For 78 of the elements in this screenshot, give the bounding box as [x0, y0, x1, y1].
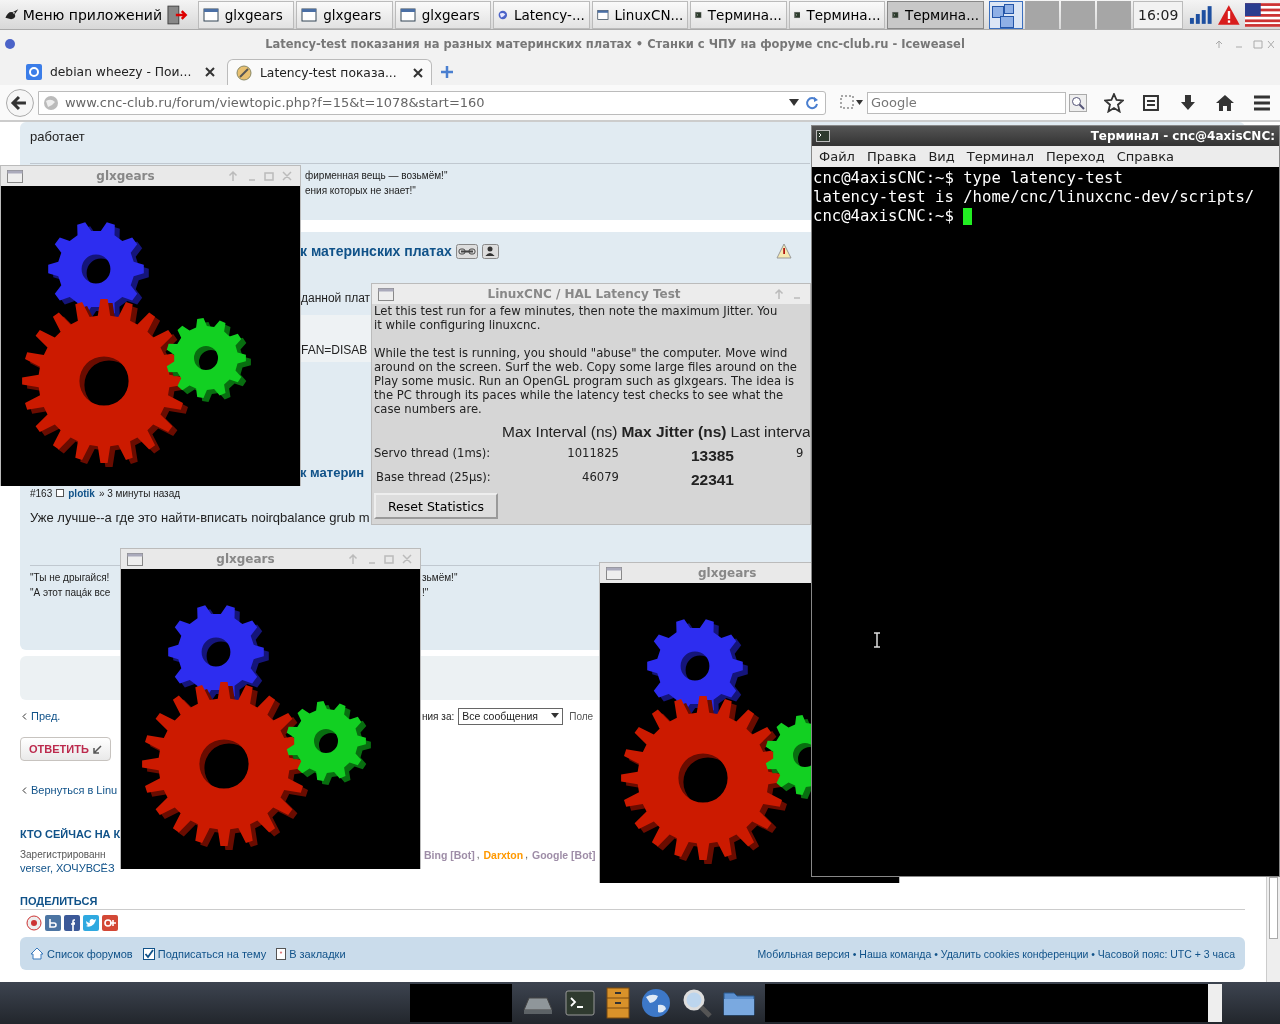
- separator-text: ,: [525, 848, 528, 862]
- row-label: Base thread (25µs):: [375, 470, 492, 484]
- column-header: Max Jitter (ns): [621, 423, 727, 441]
- taskbar-button[interactable]: Термина...: [887, 0, 984, 29]
- online-text: verser, ХОЧУВСЁЗ: [20, 861, 115, 875]
- post-text: Уже лучше--а где это найти-вписать noirqbalance grub m: [30, 510, 370, 526]
- app-menu-button[interactable]: Меню приложений: [0, 0, 166, 29]
- jitter-value: 22341: [689, 470, 734, 489]
- post-title[interactable]: к материнских платах: [300, 243, 452, 259]
- taskbar-button[interactable]: glxgears: [394, 0, 492, 29]
- menu-item[interactable]: Вид: [928, 149, 955, 164]
- clock[interactable]: 16:09: [1133, 0, 1184, 29]
- interval-value: 46079: [581, 470, 619, 484]
- address-field[interactable]: www.cnc-club.ru/forum/viewtopic.php?f=15&t=1078&start=160: [37, 90, 826, 115]
- window-title: glxgears: [697, 566, 758, 580]
- window-title: glxgears: [215, 552, 276, 566]
- taskbar-button[interactable]: glxgears: [197, 0, 295, 29]
- post-time: » 3 минуты назад: [98, 486, 181, 501]
- footer-links[interactable]: Мобильная версия • Наша команда • Удалить cookies конференции • Часовой пояс: UTC + 3 часа: [757, 947, 1235, 960]
- terminal-line: cnc@4axisCNC:~$: [813, 207, 955, 226]
- footer-link[interactable]: Подписаться на тему: [142, 947, 267, 960]
- taskbar-button[interactable]: LinuxCN...: [591, 0, 689, 29]
- post-text: данной плат: [301, 290, 371, 306]
- window-title: Latency-test показания на разных материнских платах • Станки с ЧПУ на форуме cnc-club.ru - Iceweasel: [264, 36, 966, 51]
- taskbar-button[interactable]: Термина...: [788, 0, 886, 29]
- menu-item[interactable]: Файл: [819, 149, 855, 164]
- jitter-value: 13385: [689, 446, 734, 465]
- sort-label: ния за:: [422, 709, 455, 724]
- terminal-line: latency-test is /home/cnc/linuxcnc-dev/scripts/: [813, 188, 1255, 207]
- author-link[interactable]: plotik: [68, 487, 95, 499]
- signature-text: !": [422, 586, 429, 600]
- post-title[interactable]: к материн: [300, 464, 365, 482]
- footer-link[interactable]: Список форумов: [30, 947, 133, 960]
- last-interval-value: 9: [796, 446, 804, 460]
- prev-link[interactable]: Пред.: [31, 708, 61, 724]
- window-title: LinuxCNC / HAL Latency Test: [486, 287, 682, 301]
- search-field[interactable]: Google: [866, 91, 1067, 114]
- online-text: Зарегистрированн: [20, 848, 106, 862]
- browser-tab[interactable]: Latency-test показа...: [227, 59, 432, 85]
- taskbar-button[interactable]: glxgears: [296, 0, 393, 29]
- signature-text: фирменная вещь — возьмём!": [305, 169, 448, 183]
- menu-item[interactable]: Переход: [1046, 149, 1105, 164]
- menu-item[interactable]: Справка: [1116, 149, 1174, 164]
- window-title: glxgears: [95, 169, 156, 183]
- instruction-text: it while configuring linuxcnc.: [374, 318, 542, 332]
- sort-label: Поле: [569, 709, 594, 724]
- instruction-text: While the test is running, you should "abuse" the computer. Move wind: [374, 346, 789, 360]
- taskbar-button[interactable]: Термина...: [690, 0, 787, 29]
- menu-item[interactable]: Правка: [866, 149, 917, 164]
- menu-item[interactable]: Терминал: [966, 149, 1034, 164]
- section-heading: ПОДЕЛИТЬСЯ: [20, 894, 1245, 910]
- row-label: Servo thread (1ms):: [374, 446, 492, 460]
- post-text: работает: [30, 129, 85, 145]
- instruction-text: Let this test run for a few minutes, then note the maximum Jitter. You: [374, 304, 779, 318]
- reset-statistics-button[interactable]: Reset Statistics: [374, 493, 499, 519]
- code-text: FAN=DISAB: [301, 343, 368, 357]
- separator-text: ,: [476, 848, 480, 862]
- reply-button[interactable]: ОТВЕТИТЬ: [20, 737, 111, 761]
- sort-select[interactable]: Все сообщения: [458, 707, 564, 725]
- terminal-line: cnc@4axisCNC:~$ type latency-test: [813, 169, 1123, 188]
- signature-text: "А этот пацáк все: [30, 586, 111, 600]
- post-number: #163: [30, 486, 53, 501]
- signature-text: зьмём!": [422, 571, 458, 585]
- browser-tab[interactable]: debian wheezy - Пои...: [18, 59, 223, 85]
- signature-text: ения которых не знает!": [305, 184, 416, 198]
- window-title: Терминал - cnc@4axisCNC:: [1089, 129, 1275, 143]
- column-header: Max Interval (ns): [502, 423, 618, 441]
- footer-link[interactable]: В закладки: [276, 947, 346, 960]
- taskbar-button[interactable]: Latency-...: [493, 0, 590, 29]
- back-link[interactable]: Вернуться в Linu: [31, 782, 118, 798]
- instruction-text: case numbers are.: [374, 402, 483, 416]
- instruction-text: the PC through its paces while the latency test checks to see what the: [374, 388, 785, 402]
- section-heading: КТО СЕЙЧАС НА К: [20, 827, 121, 841]
- interval-value: 1011825: [566, 446, 619, 460]
- instruction-text: around on the screen. Surf the web. Copy some large files around on the: [374, 360, 798, 374]
- signature-text: "Ты не дрыгайся!: [30, 571, 110, 585]
- instruction-text: Play some music. Run an OpenGL program such as glxgears. The idea is: [374, 374, 795, 388]
- column-header: Last interva: [730, 423, 810, 441]
